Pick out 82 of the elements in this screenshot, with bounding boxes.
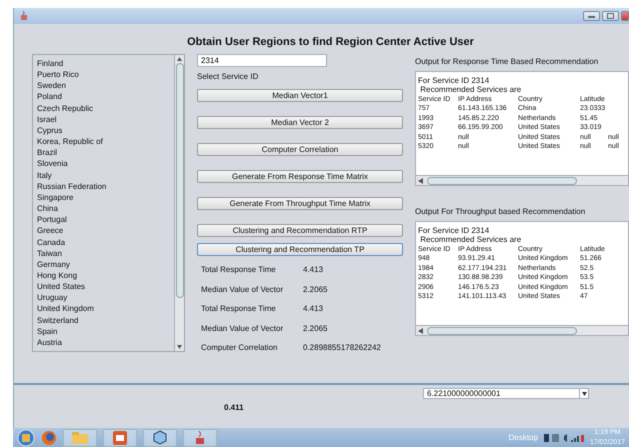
list-item[interactable]: Israel — [37, 114, 170, 125]
result-label: Total Response Time — [201, 304, 277, 314]
action-button[interactable]: Median Vector 2 — [197, 116, 403, 129]
list-item[interactable]: Canada — [37, 236, 170, 248]
list-item[interactable]: China — [37, 203, 170, 214]
list-item[interactable]: Austria — [37, 336, 170, 348]
list-item[interactable]: Singapore — [37, 192, 170, 204]
horizontal-scrollbar[interactable] — [416, 175, 628, 185]
list-item[interactable]: Switzerland — [37, 314, 170, 326]
result-label: Median Value of Vector — [201, 284, 284, 294]
list-item[interactable]: United Kingdom — [37, 303, 170, 315]
output-label: Output For Throughput based Recommendation — [415, 207, 586, 216]
taskbar-button[interactable] — [103, 428, 137, 446]
scrollbar-thumb[interactable] — [176, 63, 184, 298]
output-text-area[interactable] — [415, 221, 629, 336]
maximize-button[interactable] — [602, 11, 619, 21]
output-line: For Service ID 2314 — [418, 76, 490, 86]
service-id-field[interactable]: 2314 — [197, 54, 327, 67]
list-item[interactable]: Russian Federation — [37, 180, 170, 192]
left-arrow-icon — [418, 328, 423, 334]
presentation-icon — [113, 430, 127, 444]
down-arrow-icon — [177, 345, 182, 349]
result-value: 0.411 — [224, 403, 244, 412]
output-line: For Service ID 2314 — [418, 226, 490, 236]
list-item[interactable]: Poland — [37, 91, 170, 103]
list-item[interactable]: Brazil — [37, 147, 170, 158]
maximize-icon — [607, 13, 614, 19]
list-item[interactable]: Slovenia — [37, 158, 170, 170]
list-item[interactable]: Puerto Rico — [37, 69, 170, 80]
action-button[interactable]: Median Vector1 — [197, 89, 403, 102]
list-item[interactable]: Uruguay — [37, 292, 170, 304]
output-text-area[interactable] — [415, 71, 629, 186]
action-button[interactable]: Clustering and Recommendation TP — [197, 243, 403, 256]
list-item[interactable]: Cyprus — [37, 124, 170, 136]
horizontal-scrollbar[interactable] — [416, 325, 628, 335]
region-list[interactable] — [32, 54, 185, 352]
list-item[interactable]: United States — [37, 281, 170, 292]
close-button[interactable] — [621, 11, 629, 21]
result-value: 4.413 — [303, 265, 324, 274]
result-value: 2.2065 — [303, 284, 328, 294]
list-item[interactable]: Portugal — [37, 214, 170, 226]
system-tray-icons — [544, 432, 584, 442]
result-label: Total Response Time — [201, 265, 277, 274]
minimize-icon — [588, 14, 595, 18]
window-title: Obtain User Regions to find Region Center Active User — [186, 35, 475, 50]
action-button[interactable]: Generate From Throughput Time Matrix — [197, 197, 403, 210]
left-arrow-icon — [418, 178, 423, 184]
list-item[interactable]: Czech Republic — [37, 102, 170, 114]
list-item[interactable]: Taiwan — [37, 248, 170, 259]
folder-icon — [72, 432, 88, 444]
action-button[interactable]: Computer Correlation — [197, 143, 403, 156]
result-value: 4.413 — [303, 304, 324, 314]
list-item[interactable]: Italy — [37, 170, 170, 181]
list-item[interactable]: Finland — [37, 58, 170, 70]
result-label: Computer Correlation — [201, 343, 278, 352]
up-arrow-icon — [177, 57, 182, 61]
output-label: Output for Response Time Based Recommendation — [415, 57, 600, 66]
taskbar-button[interactable] — [183, 428, 217, 446]
result-label: Median Value of Vector — [201, 324, 284, 333]
value-dropdown[interactable]: 6.221000000000001 — [423, 388, 589, 399]
vertical-scrollbar[interactable] — [174, 55, 184, 351]
action-button[interactable]: Generate From Response Time Matrix — [197, 170, 403, 183]
cube-icon — [153, 430, 167, 445]
scrollbar-thumb[interactable] — [427, 176, 577, 184]
result-value: 0.2898855178262242 — [303, 343, 382, 352]
dropdown-value: 6.221000000000001 — [427, 388, 500, 398]
list-item[interactable]: Hong Kong — [37, 270, 170, 282]
start-orb-icon[interactable] — [17, 428, 35, 446]
list-item[interactable]: Germany — [37, 258, 170, 270]
list-item[interactable]: Korea, Republic of — [37, 136, 170, 148]
list-item[interactable]: Spain — [37, 326, 170, 337]
result-value: 2.2065 — [303, 324, 328, 333]
minimize-button[interactable] — [583, 11, 600, 21]
output-line: Recommended Services are — [419, 235, 522, 245]
list-item[interactable]: Greece — [37, 225, 170, 236]
output-line: Recommended Services are — [419, 85, 522, 95]
taskbar-button[interactable] — [143, 428, 177, 446]
action-button[interactable]: Clustering and Recommendation RTP — [197, 224, 403, 237]
dropdown-arrow-icon — [582, 392, 586, 396]
field-label: Select Service ID — [197, 72, 260, 81]
scrollbar-thumb[interactable] — [427, 326, 577, 334]
list-item[interactable]: Sweden — [37, 80, 170, 92]
